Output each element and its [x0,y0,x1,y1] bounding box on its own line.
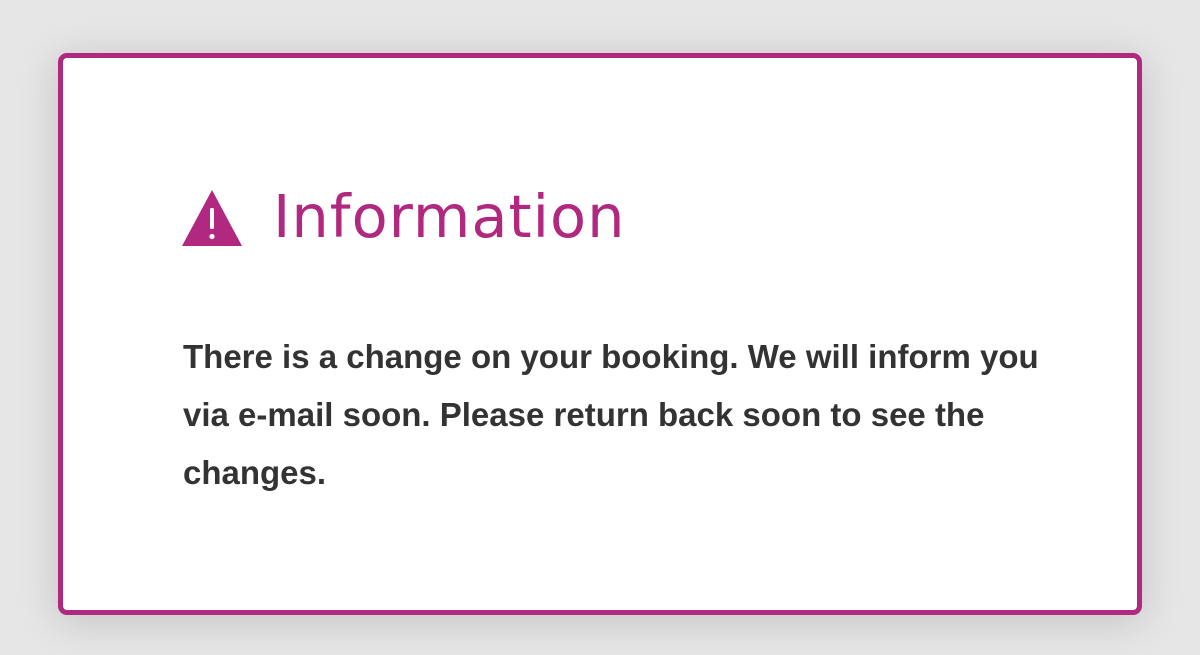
warning-triangle-icon [182,190,242,246]
dialog-message: There is a change on your booking. We wi… [183,338,1039,491]
information-dialog: Information There is a change on your bo… [58,53,1142,615]
dialog-header: Information [181,184,626,248]
dialog-title: Information [273,181,626,251]
